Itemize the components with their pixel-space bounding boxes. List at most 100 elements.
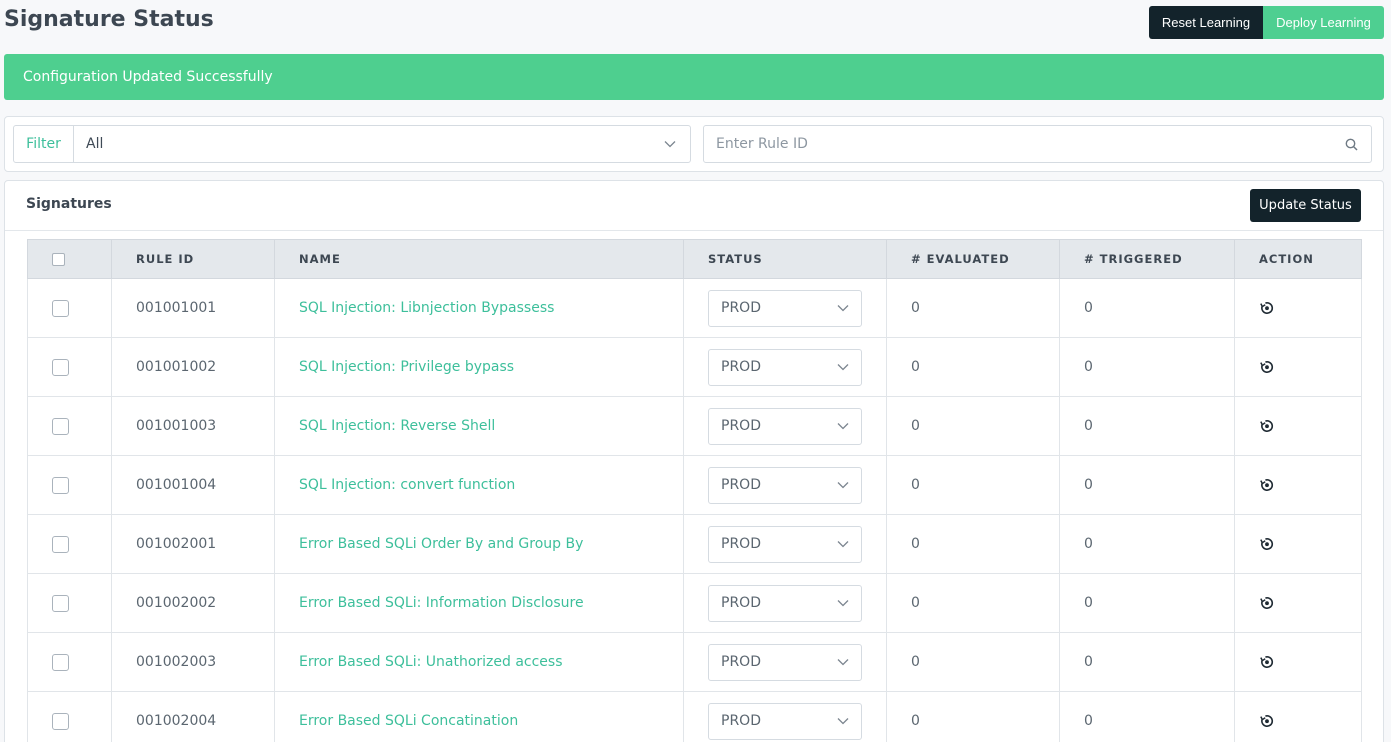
- triggered-count-cell: 0: [1059, 632, 1235, 692]
- column-header-evaluated[interactable]: # EVALUATED: [886, 239, 1060, 279]
- chevron-down-icon: [837, 300, 849, 316]
- status-select[interactable]: PROD: [708, 289, 862, 327]
- rule-id-search-input[interactable]: [704, 126, 1331, 162]
- rule-name-link[interactable]: SQL Injection: convert function: [274, 455, 684, 515]
- filter-select[interactable]: All: [74, 126, 690, 162]
- status-value: PROD: [721, 359, 761, 375]
- status-select[interactable]: PROD: [708, 643, 862, 681]
- evaluated-count-cell: 0: [886, 691, 1060, 742]
- action-cell: [1234, 691, 1362, 742]
- status-cell: PROD: [683, 396, 887, 456]
- reset-icon[interactable]: [1259, 418, 1275, 434]
- reset-icon[interactable]: [1259, 300, 1275, 316]
- table-header-row: RULE ID NAME STATUS # EVALUATED # TRIGGE…: [27, 239, 1362, 279]
- column-header-status[interactable]: STATUS: [683, 239, 887, 279]
- evaluated-count-cell: 0: [886, 573, 1060, 633]
- chevron-down-icon: [664, 136, 676, 152]
- chevron-down-icon: [837, 713, 849, 729]
- status-cell: PROD: [683, 691, 887, 742]
- reset-icon[interactable]: [1259, 595, 1275, 611]
- action-cell: [1234, 278, 1362, 338]
- table-row: 001001002 SQL Injection: Privilege bypas…: [27, 337, 1362, 397]
- row-checkbox[interactable]: [52, 476, 69, 494]
- row-select-cell: [27, 691, 112, 742]
- status-cell: PROD: [683, 573, 887, 633]
- status-select[interactable]: PROD: [708, 407, 862, 445]
- status-value: PROD: [721, 713, 761, 729]
- rule-id-cell: 001002002: [111, 573, 275, 633]
- triggered-count-cell: 0: [1059, 278, 1235, 338]
- row-checkbox[interactable]: [52, 358, 69, 376]
- triggered-count-cell: 0: [1059, 514, 1235, 574]
- status-select[interactable]: PROD: [708, 702, 862, 740]
- row-select-cell: [27, 573, 112, 633]
- rule-name-link[interactable]: Error Based SQLi: Information Disclosure: [274, 573, 684, 633]
- triggered-count-cell: 0: [1059, 455, 1235, 515]
- row-select-cell: [27, 396, 112, 456]
- filter-card: Filter All: [4, 116, 1384, 172]
- rule-name-link[interactable]: SQL Injection: Reverse Shell: [274, 396, 684, 456]
- rule-id-cell: 001001001: [111, 278, 275, 338]
- column-header-action: ACTION: [1234, 239, 1362, 279]
- rule-id-cell: 001001002: [111, 337, 275, 397]
- chevron-down-icon: [837, 418, 849, 434]
- row-select-cell: [27, 455, 112, 515]
- status-value: PROD: [721, 654, 761, 670]
- row-checkbox[interactable]: [52, 594, 69, 612]
- table-row: 001001003 SQL Injection: Reverse Shell P…: [27, 396, 1362, 456]
- reset-icon[interactable]: [1259, 536, 1275, 552]
- rule-name-link[interactable]: SQL Injection: Privilege bypass: [274, 337, 684, 397]
- filter-group: Filter All: [13, 125, 691, 163]
- row-checkbox[interactable]: [52, 299, 69, 317]
- signatures-table: RULE ID NAME STATUS # EVALUATED # TRIGGE…: [27, 239, 1362, 742]
- rule-name-link[interactable]: Error Based SQLi Order By and Group By: [274, 514, 684, 574]
- chevron-down-icon: [837, 595, 849, 611]
- evaluated-count-cell: 0: [886, 337, 1060, 397]
- row-select-cell: [27, 632, 112, 692]
- filter-label: Filter: [14, 126, 74, 162]
- row-select-cell: [27, 278, 112, 338]
- rule-id-cell: 001001004: [111, 455, 275, 515]
- status-value: PROD: [721, 477, 761, 493]
- status-select[interactable]: PROD: [708, 584, 862, 622]
- row-select-cell: [27, 514, 112, 574]
- evaluated-count-cell: 0: [886, 514, 1060, 574]
- reset-icon[interactable]: [1259, 359, 1275, 375]
- chevron-down-icon: [837, 654, 849, 670]
- chevron-down-icon: [837, 536, 849, 552]
- triggered-count-cell: 0: [1059, 396, 1235, 456]
- table-row: 001002003 Error Based SQLi: Unathorized …: [27, 632, 1362, 692]
- column-header-rule-id[interactable]: RULE ID: [111, 239, 275, 279]
- signatures-card-header: Signatures Update Status: [5, 181, 1383, 231]
- signatures-card: Signatures Update Status RULE ID NAME ST…: [4, 180, 1384, 742]
- reset-icon[interactable]: [1259, 713, 1275, 729]
- column-header-triggered[interactable]: # TRIGGERED: [1059, 239, 1235, 279]
- reset-icon[interactable]: [1259, 654, 1275, 670]
- row-checkbox[interactable]: [52, 535, 69, 553]
- row-checkbox[interactable]: [52, 712, 69, 730]
- select-all-checkbox[interactable]: [52, 253, 65, 266]
- table-row: 001001004 SQL Injection: convert functio…: [27, 455, 1362, 515]
- evaluated-count-cell: 0: [886, 396, 1060, 456]
- status-select[interactable]: PROD: [708, 348, 862, 386]
- status-cell: PROD: [683, 514, 887, 574]
- status-value: PROD: [721, 418, 761, 434]
- reset-icon[interactable]: [1259, 477, 1275, 493]
- rule-name-link[interactable]: Error Based SQLi Concatination: [274, 691, 684, 742]
- status-select[interactable]: PROD: [708, 466, 862, 504]
- update-status-button[interactable]: Update Status: [1250, 189, 1361, 222]
- rule-id-cell: 001002003: [111, 632, 275, 692]
- column-header-name[interactable]: NAME: [274, 239, 684, 279]
- rule-name-link[interactable]: SQL Injection: Libnjection Bypassess: [274, 278, 684, 338]
- reset-learning-button[interactable]: Reset Learning: [1149, 6, 1263, 39]
- deploy-learning-button[interactable]: Deploy Learning: [1263, 6, 1384, 39]
- status-value: PROD: [721, 300, 761, 316]
- rule-name-link[interactable]: Error Based SQLi: Unathorized access: [274, 632, 684, 692]
- search-icon[interactable]: [1331, 138, 1371, 151]
- rule-id-cell: 001002004: [111, 691, 275, 742]
- status-cell: PROD: [683, 455, 887, 515]
- row-checkbox[interactable]: [52, 417, 69, 435]
- row-checkbox[interactable]: [52, 653, 69, 671]
- rule-id-cell: 001001003: [111, 396, 275, 456]
- status-select[interactable]: PROD: [708, 525, 862, 563]
